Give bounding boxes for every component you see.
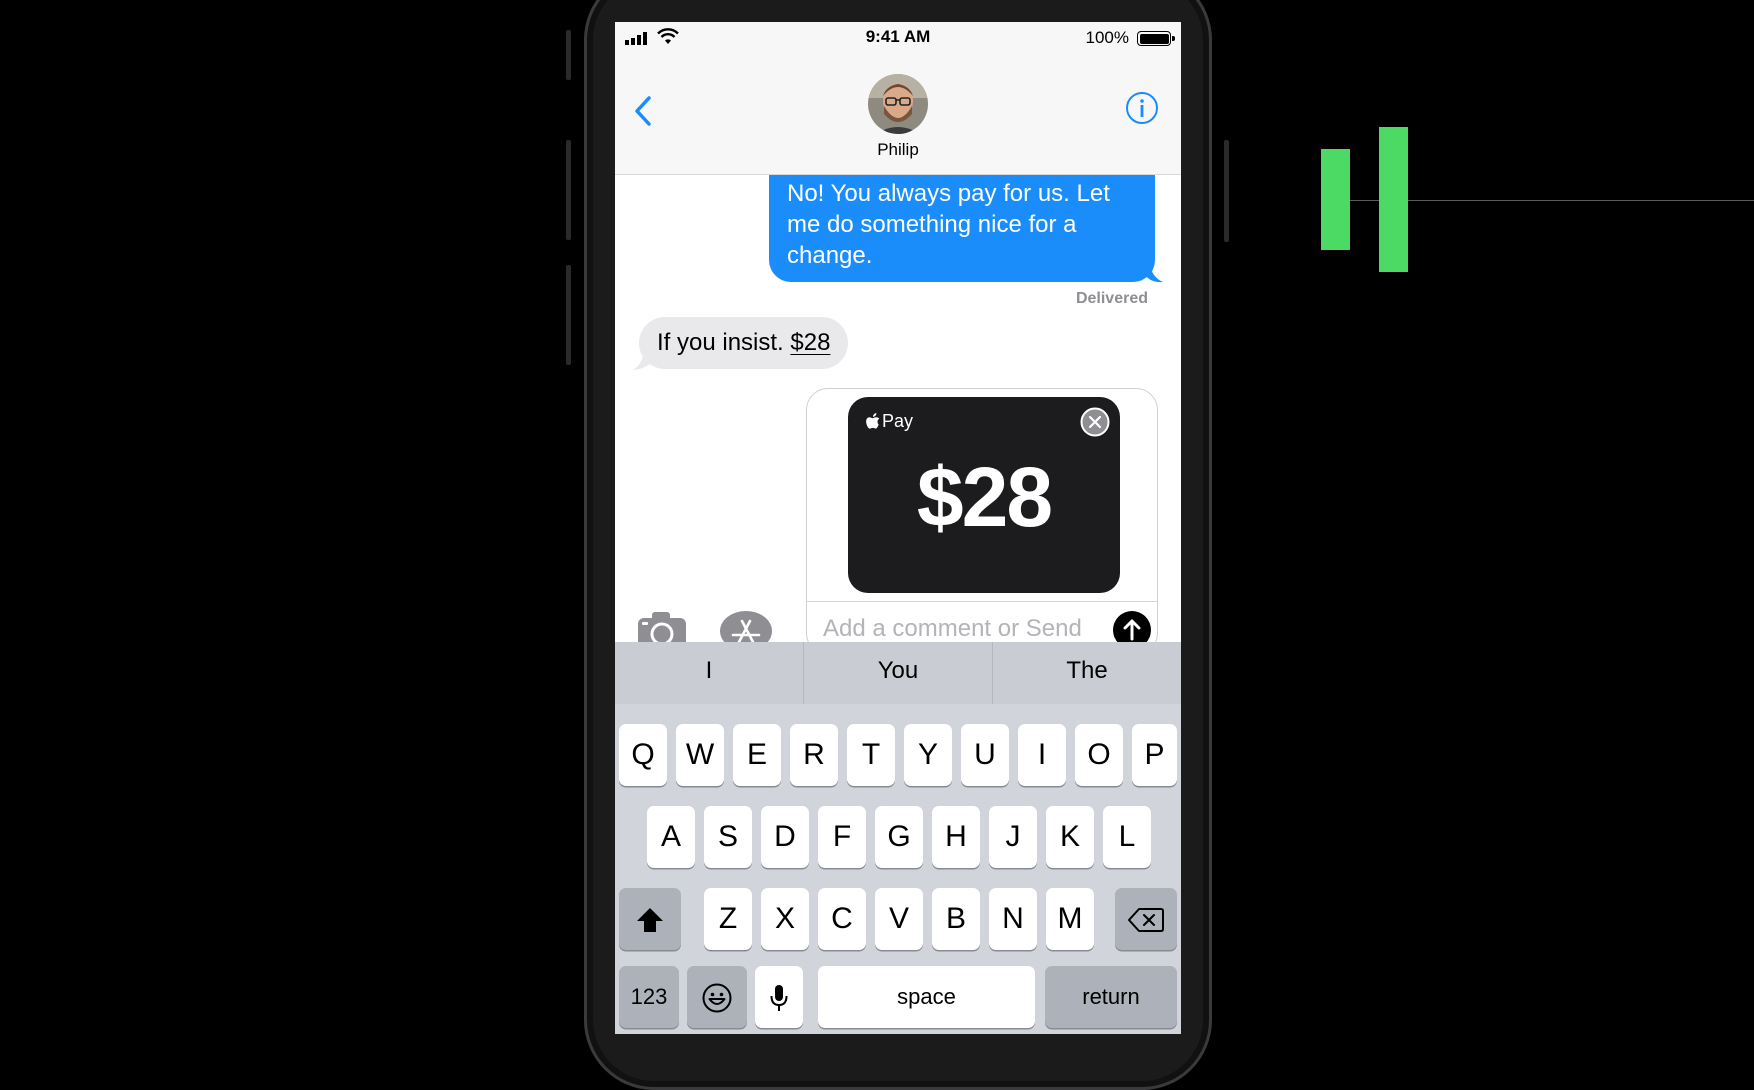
- predictive-text-bar: I You The: [615, 642, 1181, 704]
- shift-arrow-icon: [637, 908, 663, 933]
- sent-message-bubble: No! You always pay for us. Let me do som…: [769, 175, 1155, 282]
- space-key[interactable]: space: [818, 966, 1035, 1028]
- power-button: [1224, 140, 1229, 242]
- suggestion-item[interactable]: I: [615, 642, 804, 704]
- payment-amount[interactable]: $28: [848, 449, 1120, 546]
- key-b[interactable]: B: [932, 888, 980, 950]
- key-l[interactable]: L: [1103, 806, 1151, 868]
- divider: [807, 601, 1157, 602]
- mute-switch: [566, 30, 571, 80]
- divider-line: [1350, 200, 1379, 201]
- close-icon[interactable]: [1080, 407, 1110, 437]
- microphone-icon: [770, 985, 788, 1012]
- key-q[interactable]: Q: [619, 724, 667, 786]
- delete-key[interactable]: [1115, 888, 1177, 950]
- apple-pay-card[interactable]: Pay $28: [848, 397, 1120, 593]
- key-p[interactable]: P: [1132, 724, 1177, 786]
- key-v[interactable]: V: [875, 888, 923, 950]
- key-m[interactable]: M: [1046, 888, 1094, 950]
- apple-pay-logo: Pay: [866, 411, 913, 432]
- delivered-status: Delivered: [1075, 290, 1148, 307]
- keyboard: I You The Q W E R T Y U I O P A S D F G …: [615, 642, 1181, 1034]
- battery-icon: [1137, 31, 1175, 46]
- received-message-bubble: If you insist. $28: [639, 317, 849, 369]
- key-t[interactable]: T: [847, 724, 895, 786]
- emoji-key[interactable]: [687, 966, 747, 1028]
- key-r[interactable]: R: [790, 724, 838, 786]
- contact-name[interactable]: Philip: [615, 140, 1181, 160]
- phone-screen: 9:41 AM 100% Philip No! You always pay f…: [615, 22, 1181, 1034]
- key-s[interactable]: S: [704, 806, 752, 868]
- volume-down-button: [566, 265, 571, 365]
- key-f[interactable]: F: [818, 806, 866, 868]
- sent-bubble-tail: [1145, 261, 1163, 283]
- key-a[interactable]: A: [647, 806, 695, 868]
- apple-logo-icon: [866, 413, 880, 429]
- key-w[interactable]: W: [676, 724, 724, 786]
- emoji-icon: [702, 983, 732, 1013]
- divider-line: [1408, 200, 1754, 201]
- key-z[interactable]: Z: [704, 888, 752, 950]
- battery-percentage: 100%: [1085, 28, 1129, 47]
- dictation-key[interactable]: [755, 966, 803, 1028]
- numbers-key[interactable]: 123: [619, 966, 679, 1028]
- suggestion-item[interactable]: You: [804, 642, 993, 704]
- key-d[interactable]: D: [761, 806, 809, 868]
- green-bar-tall: [1379, 127, 1408, 272]
- suggestion-item[interactable]: The: [993, 642, 1181, 704]
- key-i[interactable]: I: [1018, 724, 1066, 786]
- key-n[interactable]: N: [989, 888, 1037, 950]
- received-message-text: If you insist.: [657, 329, 791, 356]
- key-o[interactable]: O: [1075, 724, 1123, 786]
- detected-amount-link[interactable]: $28: [790, 329, 830, 356]
- key-j[interactable]: J: [989, 806, 1037, 868]
- key-x[interactable]: X: [761, 888, 809, 950]
- shift-key[interactable]: [619, 888, 681, 950]
- info-icon[interactable]: [1125, 91, 1159, 125]
- back-chevron-icon[interactable]: [629, 92, 659, 132]
- key-u[interactable]: U: [961, 724, 1009, 786]
- avatar[interactable]: [868, 74, 928, 134]
- key-h[interactable]: H: [932, 806, 980, 868]
- status-bar: 9:41 AM 100%: [615, 22, 1181, 54]
- apple-pay-label: Pay: [882, 411, 914, 431]
- key-e[interactable]: E: [733, 724, 781, 786]
- conversation-header: Philip: [615, 54, 1181, 175]
- green-bar-short: [1321, 149, 1350, 250]
- key-y[interactable]: Y: [904, 724, 952, 786]
- key-k[interactable]: K: [1046, 806, 1094, 868]
- key-g[interactable]: G: [875, 806, 923, 868]
- key-c[interactable]: C: [818, 888, 866, 950]
- apple-pay-compose-box: Pay $28: [806, 388, 1158, 655]
- return-key[interactable]: return: [1045, 966, 1177, 1028]
- volume-up-button: [566, 140, 571, 240]
- backspace-icon: [1128, 908, 1164, 933]
- message-thread[interactable]: No! You always pay for us. Let me do som…: [615, 175, 1181, 665]
